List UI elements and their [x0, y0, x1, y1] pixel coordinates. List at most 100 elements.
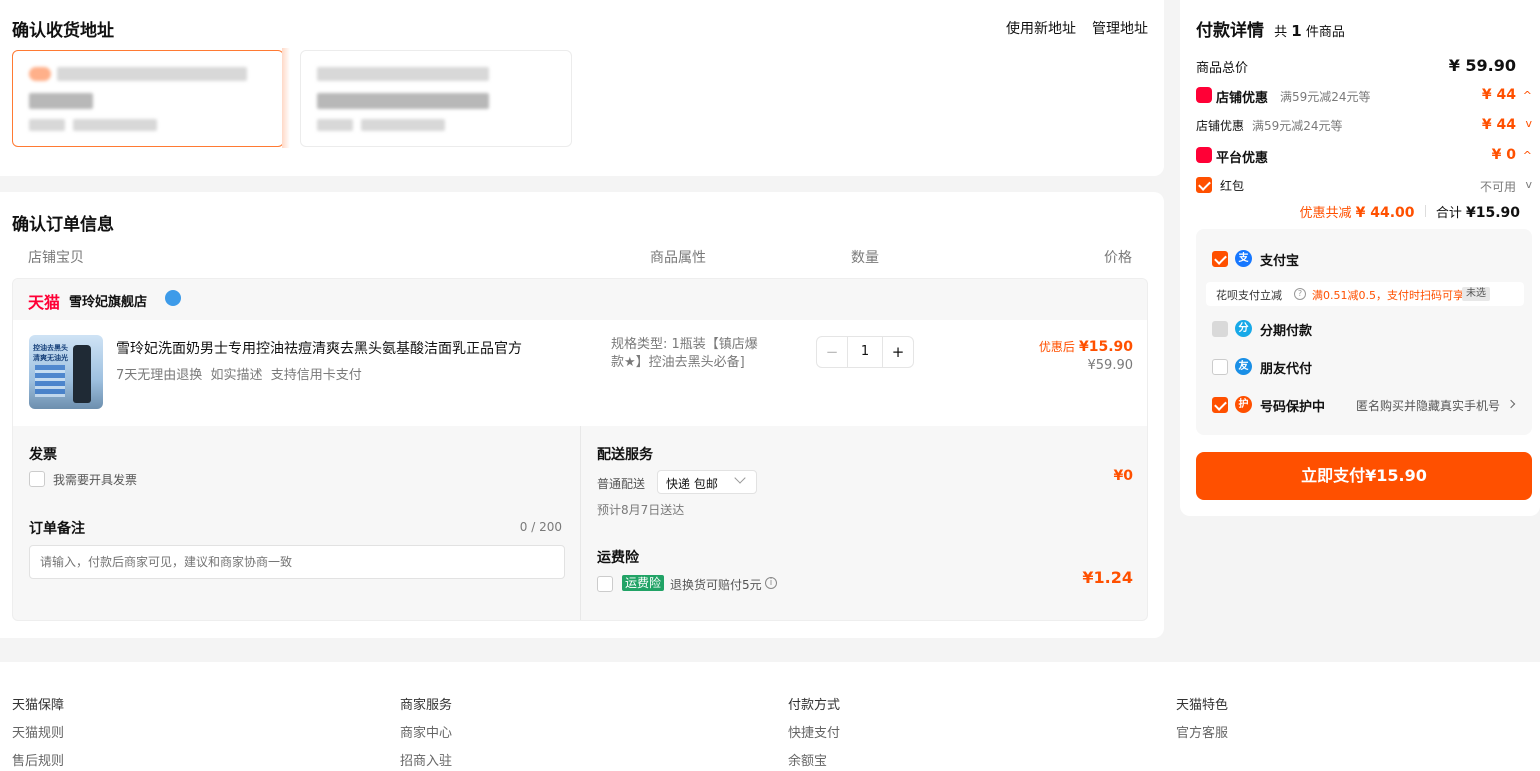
footer-link[interactable]: 售后规则 [12, 750, 64, 769]
product-name[interactable]: 雪玲妃洗面奶男士专用控油祛痘清爽去黑头氨基酸洁面乳正品官方 [116, 338, 522, 358]
delivery-method-select[interactable]: 快递 包邮 [657, 470, 757, 494]
insurance-badge: 运费险 [622, 575, 665, 591]
product-spec: 规格类型: 1瓶装【镇店爆款★】控油去黑头必备] [611, 337, 758, 370]
redpack-label: 红包 [1220, 179, 1245, 193]
footer-col-title: 天猫保障 [12, 698, 65, 713]
store-discount-sub-amount: ¥ 44 [1481, 117, 1516, 133]
alipay-icon: 支 [1235, 250, 1252, 267]
chevron-down-icon[interactable]: v [1525, 117, 1532, 130]
store-discount-desc: 满59元减24元等 [1280, 90, 1371, 104]
chevron-down-icon[interactable]: v [1525, 178, 1532, 191]
platform-discount-amount: ¥ 0 [1491, 147, 1516, 163]
huabei-label: 花呗支付立减 [1216, 289, 1282, 302]
shield-icon: 护 [1235, 396, 1252, 413]
item-count-prefix: 共 [1274, 25, 1288, 40]
manage-address-link[interactable]: 管理地址 [1092, 18, 1148, 38]
header-qty: 数量 [851, 250, 879, 266]
product-tags: 7天无理由退换 如实描述 支持信用卡支付 [116, 368, 362, 383]
sum-amount: ¥15.90 [1465, 205, 1520, 221]
redpack-checkbox[interactable] [1196, 177, 1212, 193]
remark-title: 订单备注 [29, 521, 85, 537]
item-count-suffix: 件商品 [1305, 25, 1345, 40]
delivery-method-value: 快递 包邮 [666, 477, 718, 491]
footer-col-title: 天猫特色 [1176, 698, 1229, 713]
invoice-checkbox[interactable] [29, 471, 45, 487]
store-block: 天猫 雪玲妃旗舰店 控油去黑头 清爽无油光 雪玲妃洗面奶男士专用控油祛痘清爽去黑… [12, 278, 1148, 621]
qty-minus-button[interactable]: − [817, 337, 847, 367]
delivery-eta: 预计8月7日送达 [597, 503, 685, 517]
delivery-section: 配送服务 普通配送 快递 包邮 预计8月7日送达 ¥0 运费险 运费险 退换货可… [582, 426, 1147, 620]
footer-link[interactable]: 快捷支付 [788, 722, 840, 741]
delivery-label: 普通配送 [597, 477, 646, 491]
remark-input[interactable] [29, 545, 565, 579]
invoice-title: 发票 [29, 447, 57, 463]
new-address-link[interactable]: 使用新地址 [1006, 18, 1076, 38]
price-after-discount: 优惠后 ¥15.90 [1039, 338, 1133, 355]
qty-plus-button[interactable]: + [883, 337, 913, 367]
saved-label: 优惠共减 [1299, 206, 1352, 221]
store-discount-amount: ¥ 44 [1481, 87, 1516, 103]
summary-row: 优惠共减 ¥ 44.00 合计 ¥15.90 [1299, 202, 1520, 221]
installment-icon: 分 [1235, 320, 1252, 337]
footer-link[interactable]: 余额宝 [788, 750, 827, 769]
summary-divider [1424, 205, 1426, 217]
privacy-desc[interactable]: 匿名购买并隐藏真实手机号 [1356, 397, 1500, 414]
redpack-status[interactable]: 不可用 [1480, 178, 1516, 195]
friend-pay-checkbox[interactable] [1212, 359, 1228, 375]
alipay-checkbox[interactable] [1212, 251, 1228, 267]
chevron-up-icon[interactable]: ^ [1523, 89, 1532, 102]
order-title: 确认订单信息 [12, 215, 114, 235]
thumb-text-1: 控油去黑头 [33, 344, 68, 352]
installment-checkbox[interactable] [1212, 321, 1228, 337]
payment-card: 付款详情 共 1 件商品 商品总价 ¥ 59.90 店铺优惠 满59元减24元等… [1180, 0, 1540, 516]
chevron-down-icon [734, 472, 746, 484]
sum-label: 合计 [1435, 206, 1462, 221]
chevron-up-icon[interactable]: ^ [1523, 149, 1532, 162]
huabei-offer-text: 满0.51减0.5，支付时扫码可享 [1312, 289, 1464, 302]
store-discount-title: 店铺优惠 [1216, 91, 1269, 106]
delivery-fee: ¥0 [1113, 468, 1133, 484]
qty-value[interactable]: 1 [847, 337, 883, 367]
delivery-title: 配送服务 [597, 447, 653, 463]
store-name[interactable]: 雪玲妃旗舰店 [69, 291, 147, 310]
bottle-icon [73, 345, 91, 403]
friend-pay-label[interactable]: 朋友代付 [1260, 358, 1312, 377]
footer-col-title: 付款方式 [788, 698, 841, 713]
footer-link[interactable]: 商家中心 [400, 722, 452, 741]
address-option-selected[interactable] [12, 50, 284, 147]
footer-link[interactable]: 官方客服 [1176, 722, 1228, 741]
store-discount-sub-title: 店铺优惠 [1196, 119, 1245, 133]
wangwang-chat-icon[interactable] [165, 290, 181, 306]
address-card: 确认收货地址 使用新地址 管理地址 [0, 0, 1164, 176]
tmall-logo: 天猫 [28, 293, 61, 312]
price-label: 优惠后 [1038, 340, 1075, 354]
huabei-tag: 未选 [1462, 287, 1490, 301]
header-shop: 店铺宝贝 [28, 250, 84, 266]
order-card: 确认订单信息 店铺宝贝 商品属性 数量 价格 天猫 雪玲妃旗舰店 控油去黑头 清… [0, 192, 1164, 638]
address-option[interactable] [300, 50, 572, 147]
product-thumbnail[interactable]: 控油去黑头 清爽无油光 [29, 335, 103, 409]
info-icon[interactable]: i [765, 577, 777, 589]
payment-methods: 支 支付宝 花呗支付立减 ? 满0.51减0.5，支付时扫码可享 未选 分 分期… [1196, 229, 1532, 435]
thumb-text-2: 清爽无油光 [33, 354, 68, 362]
installment-label[interactable]: 分期付款 [1260, 320, 1312, 339]
question-icon[interactable]: ? [1294, 288, 1306, 300]
footer: 天猫保障 天猫规则 售后规则 商家服务 商家中心 招商入驻 付款方式 快捷支付 … [0, 662, 1540, 771]
chevron-right-icon[interactable] [1506, 399, 1516, 409]
alipay-label[interactable]: 支付宝 [1260, 250, 1299, 269]
privacy-label[interactable]: 号码保护中 [1260, 396, 1325, 415]
insurance-checkbox[interactable] [597, 576, 613, 592]
address-selected-shadow [282, 48, 290, 148]
invoice-option-label: 我需要开具发票 [53, 473, 138, 487]
huabei-offer[interactable]: 花呗支付立减 ? 满0.51减0.5，支付时扫码可享 未选 [1206, 282, 1524, 306]
header-price: 价格 [1104, 250, 1132, 266]
insurance-fee: ¥1.24 [1082, 568, 1133, 587]
footer-col-title: 商家服务 [400, 698, 453, 713]
pay-now-button[interactable]: 立即支付¥15.90 [1196, 452, 1532, 500]
payment-title: 付款详情 [1196, 21, 1264, 41]
footer-link[interactable]: 招商入驻 [400, 750, 452, 769]
total-label: 商品总价 [1196, 61, 1249, 76]
privacy-checkbox[interactable] [1212, 397, 1228, 413]
footer-link[interactable]: 天猫规则 [12, 722, 64, 741]
insurance-desc: 退换货可赔付5元 [670, 578, 762, 592]
